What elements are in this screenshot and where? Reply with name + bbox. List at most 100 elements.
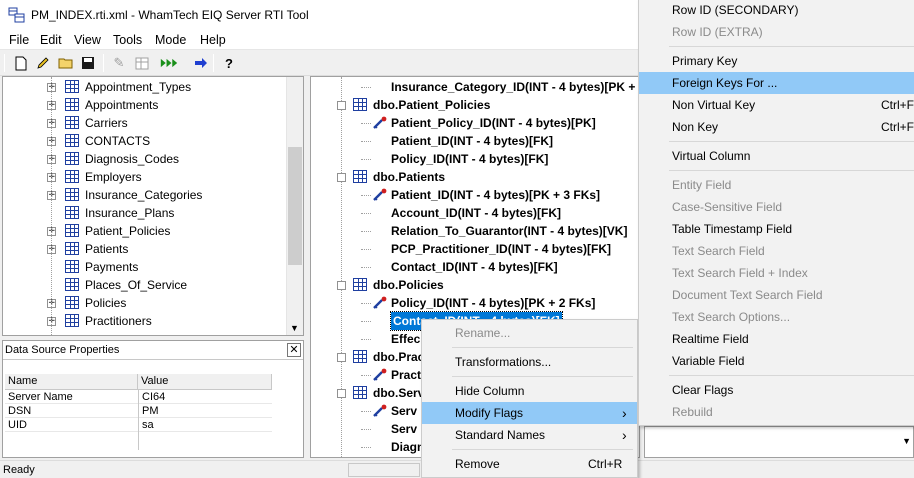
tree-item-table[interactable]: + Appointment_Types [3,78,287,96]
collapse-icon[interactable] [337,281,346,290]
tree-item-table[interactable]: + Patient_Policies [3,222,287,240]
tree-field-node[interactable]: Insurance_Category_ID(INT - 4 bytes)[PK … [311,78,640,96]
tree-item-table[interactable]: + Appointments [3,96,287,114]
tree-table-node[interactable]: dbo.Policies [311,276,639,294]
table-icon [65,170,79,183]
menu-item-non-virtual-key[interactable]: Non Virtual Key Ctrl+F [639,94,914,116]
tree-item-table[interactable]: + Insurance_Categories [3,186,287,204]
menu-item-rebuild[interactable]: Rebuild [639,401,914,423]
collapse-icon[interactable] [337,173,346,182]
menu-separator [452,376,633,377]
tree-item-table[interactable]: + Carriers [3,114,287,132]
tree-field-node[interactable]: Policy_ID(INT - 4 bytes)[FK] [311,150,639,168]
field-label: Insurance_Category_ID(INT - 4 bytes)[PK … [391,80,640,94]
dropdown-arrow-icon[interactable]: ▼ [902,436,911,446]
field-label: Policy_ID(INT - 4 bytes)[PK + 2 FKs] [391,296,596,310]
tree-item-table[interactable]: Insurance_Plans [3,204,287,222]
menu-item-entity-field[interactable]: Entity Field [639,174,914,196]
table-icon [65,206,79,219]
save-icon[interactable] [79,54,97,72]
menu-item-remove[interactable]: Remove Ctrl+R [422,453,637,475]
tree-field-node[interactable]: Account_ID(INT - 4 bytes)[FK] [311,204,639,222]
menu-item-realtime-field[interactable]: Realtime Field [639,328,914,350]
wrench-icon[interactable]: ✎ [110,54,128,72]
menu-separator [669,375,914,376]
tree-item-table[interactable]: + Diagnosis_Codes [3,150,287,168]
menu-item-foreign-keys-for[interactable]: Foreign Keys For ... [639,72,914,94]
menu-item-rename[interactable]: Rename... [422,322,637,344]
new-doc-icon[interactable] [12,54,30,72]
column-header-value[interactable]: Value [138,374,272,390]
menu-item-text-search-field[interactable]: Text Search Field [639,240,914,262]
tree-table-node[interactable]: dbo.Patients [311,168,639,186]
arrow-right-icon[interactable] [192,54,210,72]
menu-item-virtual-column[interactable]: Virtual Column [639,145,914,167]
menu-item-clear-flags[interactable]: Clear Flags [639,379,914,401]
menu-mode[interactable]: Mode [155,33,186,47]
cell-value[interactable]: CI64 [139,390,272,404]
menu-item-non-key[interactable]: Non Key Ctrl+F [639,116,914,138]
menu-item-label: Text Search Field [672,244,765,258]
collapse-icon[interactable] [337,101,346,110]
menu-item-row-id-extra[interactable]: Row ID (EXTRA) [639,21,914,43]
menu-item-standard-names[interactable]: Standard Names › [422,424,637,446]
menu-item-hide-column[interactable]: Hide Column [422,380,637,402]
scrollbar-thumb[interactable] [288,147,302,265]
menu-item-label: Case-Sensitive Field [672,200,783,214]
pencil-icon[interactable] [34,54,52,72]
tree-field-node[interactable]: Patient_Policy_ID(INT - 4 bytes)[PK] [311,114,639,132]
menu-item-modify-flags[interactable]: Modify Flags › [422,402,637,424]
menu-item-label: Rebuild [672,405,713,419]
column-header-name[interactable]: Name [5,374,138,390]
collapse-icon[interactable] [337,389,346,398]
tree-field-node[interactable]: Contact_ID(INT - 4 bytes)[FK] [311,258,639,276]
menu-tools[interactable]: Tools [113,33,142,47]
run-all-icon[interactable] [160,54,178,72]
menu-item-text-search-options[interactable]: Text Search Options... [639,306,914,328]
tree-item-table[interactable]: + Patients [3,240,287,258]
menu-item-row-id-secondary[interactable]: Row ID (SECONDARY) [639,0,914,21]
tree-table-node[interactable]: dbo.Patient_Policies [311,96,639,114]
tree-item-table[interactable]: Places_Of_Service [3,276,287,294]
menu-view[interactable]: View [74,33,101,47]
vertical-scrollbar[interactable]: ▼ [286,77,303,335]
table-tree[interactable]: + Appointment_Types + Appointments + Carriers… [2,76,304,336]
tree-item-table[interactable]: + CONTACTS [3,132,287,150]
grid-icon[interactable] [133,54,151,72]
table-icon [65,188,79,201]
menu-separator [452,449,633,450]
close-icon[interactable]: ✕ [287,343,301,357]
tree-field-node[interactable]: Policy_ID(INT - 4 bytes)[PK + 2 FKs] [311,294,639,312]
menu-item-table-timestamp-field[interactable]: Table Timestamp Field [639,218,914,240]
tree-item-label: Appointments [85,98,159,112]
cell-name: UID [5,418,138,432]
key-icon [373,296,387,309]
tree-field-node[interactable]: PCP_Practitioner_ID(INT - 4 bytes)[FK] [311,240,639,258]
tree-field-node[interactable]: Relation_To_Guarantor(INT - 4 bytes)[VK] [311,222,639,240]
menu-item-transformations[interactable]: Transformations... [422,351,637,373]
menu-item-text-search-field-index[interactable]: Text Search Field + Index [639,262,914,284]
menu-file[interactable]: File [9,33,29,47]
field-label: Relation_To_Guarantor(INT - 4 bytes)[VK] [391,224,628,238]
menu-item-case-sensitive-field[interactable]: Case-Sensitive Field [639,196,914,218]
modify-flags-submenu: Row ID (SECONDARY) Row ID (EXTRA) Primary … [638,0,914,426]
menu-item-primary-key[interactable]: Primary Key [639,50,914,72]
tree-item-table[interactable]: + Policies [3,294,287,312]
chevron-down-icon[interactable]: ▼ [290,323,299,333]
tree-item-table[interactable]: + Employers [3,168,287,186]
menu-edit[interactable]: Edit [40,33,62,47]
collapse-icon[interactable] [337,353,346,362]
tree-item-table[interactable]: Payments [3,258,287,276]
tree-field-node[interactable]: Patient_ID(INT - 4 bytes)[FK] [311,132,639,150]
tree-field-node[interactable]: Patient_ID(INT - 4 bytes)[PK + 3 FKs] [311,186,639,204]
menu-item-variable-field[interactable]: Variable Field [639,350,914,372]
menu-item-document-text-search-field[interactable]: Document Text Search Field [639,284,914,306]
cell-value[interactable]: sa [139,418,272,432]
field-label: Diagn [391,440,425,454]
cell-value[interactable]: PM [139,404,272,418]
open-folder-icon[interactable] [57,54,75,72]
menu-item-label: Text Search Field + Index [672,266,808,280]
help-icon[interactable]: ? [220,54,238,72]
tree-item-table[interactable]: + Practitioners [3,312,287,330]
menu-help[interactable]: Help [200,33,226,47]
